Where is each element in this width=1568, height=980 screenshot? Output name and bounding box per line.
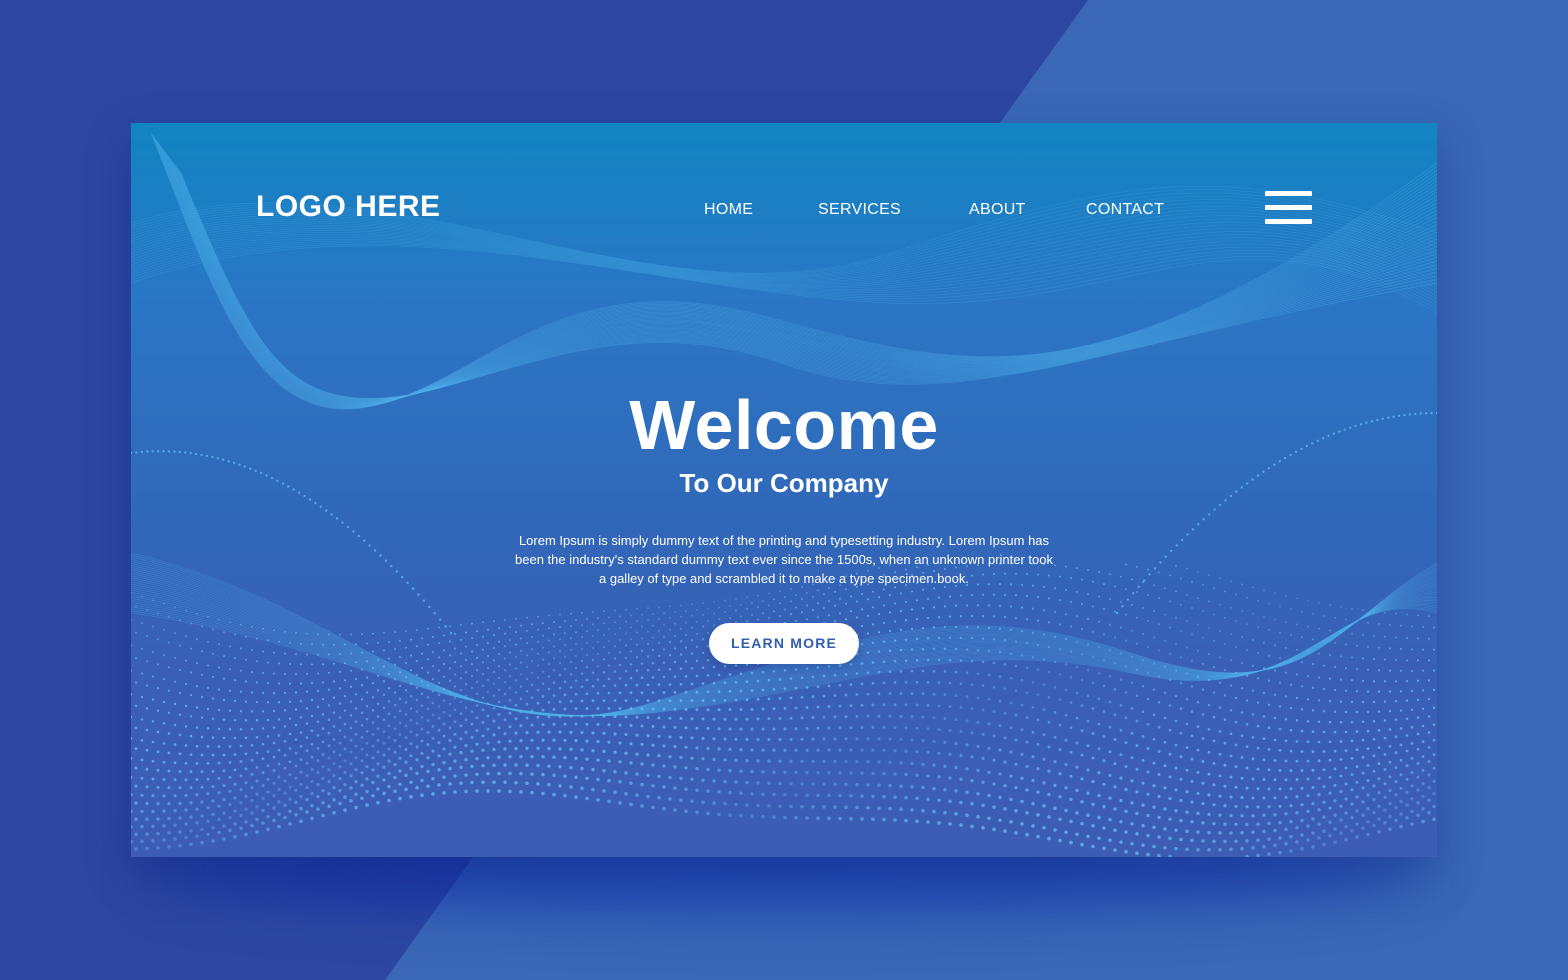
menu-bar-top — [1265, 191, 1312, 196]
hero-description: Lorem Ipsum is simply dummy text of the … — [515, 533, 1053, 586]
nav-home[interactable]: HOME — [704, 199, 753, 221]
menu-bar-bottom — [1265, 219, 1312, 224]
nav-about[interactable]: ABOUT — [969, 199, 1026, 221]
hamburger-menu-icon[interactable] — [1265, 191, 1313, 227]
logo[interactable]: LOGO HERE — [256, 187, 441, 227]
menu-bar-middle — [1265, 205, 1312, 210]
learn-more-button[interactable]: LEARN MORE — [709, 623, 859, 664]
nav-services[interactable]: SERVICES — [818, 199, 901, 221]
hero-title: Welcome — [629, 386, 939, 464]
landing-page-card: LOGO HERE HOME SERVICES ABOUT CONTACT We… — [131, 123, 1437, 857]
top-wave-lines — [131, 132, 1437, 410]
hero-subtitle: To Our Company — [679, 468, 889, 498]
nav-contact[interactable]: CONTACT — [1086, 199, 1164, 221]
page-backdrop: LOGO HERE HOME SERVICES ABOUT CONTACT We… — [0, 0, 1568, 980]
